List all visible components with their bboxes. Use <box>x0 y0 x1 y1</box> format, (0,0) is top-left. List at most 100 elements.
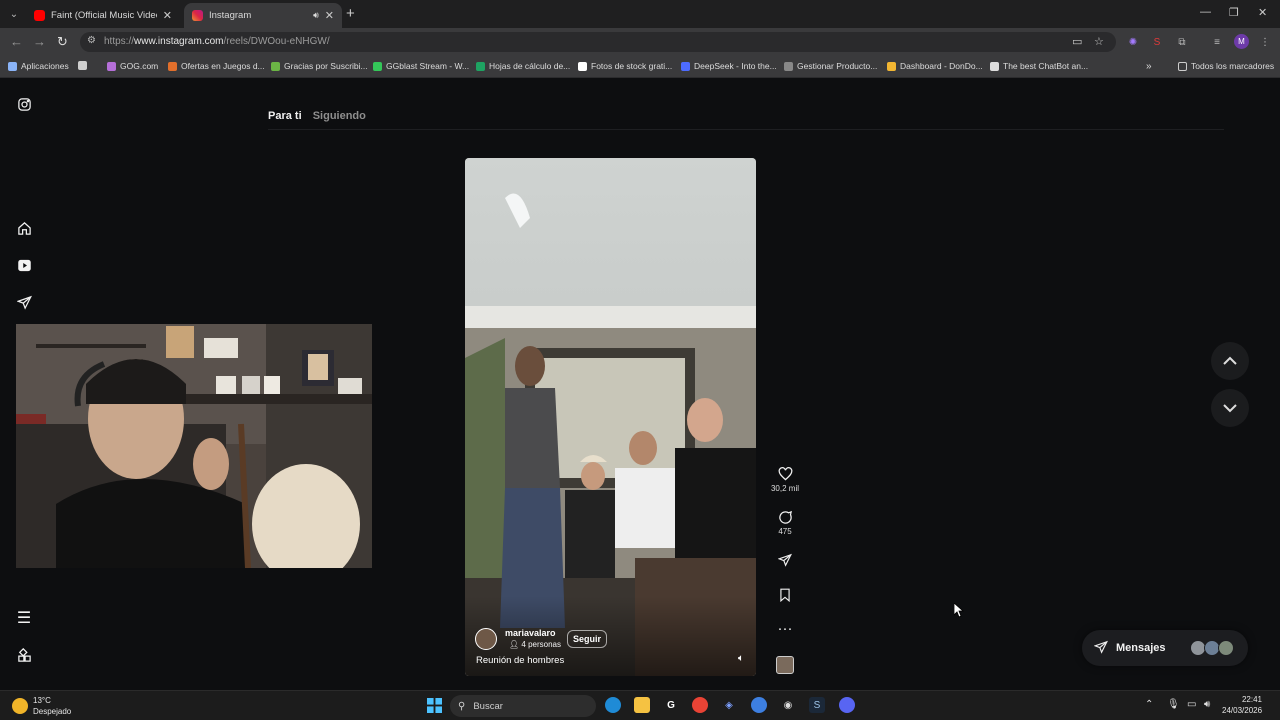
next-reel-button[interactable] <box>1211 389 1249 427</box>
close-icon[interactable]: ✕ <box>163 9 172 22</box>
reel-video[interactable]: mariavalaro 👤︎ 4 personas Seguir Reunión… <box>465 158 756 676</box>
user-avatar[interactable] <box>475 628 497 650</box>
bookmark-chatbot[interactable]: The best ChatBot an... <box>990 61 1088 71</box>
reel-people[interactable]: 👤︎ 4 personas <box>509 640 561 649</box>
share-action[interactable] <box>770 552 800 568</box>
volume-icon[interactable]: 🔊︎ <box>1204 699 1210 710</box>
taskbar-search[interactable]: ⚲ Buscar <box>450 695 596 717</box>
chrome-icon[interactable] <box>692 697 708 713</box>
previous-reel-button[interactable] <box>1211 342 1249 380</box>
reel-username[interactable]: mariavalaro <box>505 628 556 638</box>
people-icon: 👤︎ <box>509 640 522 649</box>
tab-siguiendo[interactable]: Siguiendo <box>313 110 366 122</box>
bookmark-icon[interactable] <box>770 587 800 603</box>
k-icon <box>373 61 382 71</box>
bookmark-hojas[interactable]: Hojas de cálculo de... <box>476 61 570 71</box>
extensions-puzzle-icon[interactable]: ⧉ <box>1176 36 1188 48</box>
bookmark-apps[interactable]: Aplicaciones <box>8 61 69 71</box>
microphone-icon[interactable]: 🎙︎ <box>1167 699 1180 710</box>
share-icon[interactable] <box>770 552 800 568</box>
browser-toolbar: ← → ↻ ⚙ https://www.instagram.com/reels/… <box>0 28 1280 56</box>
tab-para-ti[interactable]: Para ti <box>268 110 302 122</box>
file-explorer-icon[interactable] <box>634 697 650 713</box>
whale-icon <box>681 61 690 71</box>
gog-icon <box>107 61 116 71</box>
bookmark-gracias[interactable]: Gracias por Suscribi... <box>271 61 368 71</box>
chevron-down-icon <box>1223 404 1237 413</box>
back-icon[interactable]: ← <box>10 34 23 49</box>
weather-temp: 13°C <box>33 696 51 705</box>
reels-icon[interactable] <box>16 257 32 273</box>
mouse-cursor-icon <box>954 603 964 618</box>
audio-icon[interactable]: 🔈︎ <box>738 653 744 664</box>
obs-icon[interactable]: ◉ <box>780 697 796 713</box>
audio-track-thumbnail[interactable] <box>776 656 794 674</box>
more-bookmarks-icon[interactable]: » <box>1146 61 1152 72</box>
home-icon[interactable] <box>16 220 32 236</box>
tab-search-icon[interactable]: ⌄ <box>6 6 22 22</box>
menu-icon[interactable]: ☰ <box>16 610 32 627</box>
close-icon[interactable]: ✕ <box>325 9 334 22</box>
browser-menu-icon[interactable]: ⋮ <box>1259 36 1271 48</box>
speaker-icon[interactable]: 🔊︎ <box>313 10 319 21</box>
gog-galaxy-icon[interactable]: G <box>663 697 679 713</box>
grid-icon <box>78 61 87 70</box>
send-icon[interactable] <box>16 294 32 310</box>
like-action[interactable]: 30,2 mil <box>770 466 800 493</box>
discord-icon[interactable] <box>839 697 855 713</box>
save-action[interactable] <box>770 587 800 603</box>
like-count: 30,2 mil <box>770 484 799 493</box>
bookmark-ggblast[interactable]: GGblast Stream - W... <box>373 61 469 71</box>
tab-youtube[interactable]: Faint (Official Music Video) [4K ✕ <box>26 3 180 28</box>
address-bar[interactable]: ⚙ https://www.instagram.com/reels/DWOou-… <box>80 32 1116 52</box>
chevron-up-icon <box>1223 356 1237 365</box>
close-window-icon[interactable]: ✕ <box>1258 6 1267 19</box>
tray-chevron-icon[interactable]: ⌃ <box>1145 699 1153 710</box>
media-control-icon[interactable]: ≡ <box>1211 36 1223 48</box>
webcam-overlay <box>16 324 372 568</box>
edge-icon[interactable] <box>605 697 621 713</box>
extension-red-icon[interactable]: S <box>1151 36 1163 48</box>
restore-icon[interactable]: ❐ <box>1229 6 1239 19</box>
comment-action[interactable]: 475 <box>770 509 800 536</box>
app-diamond-icon[interactable]: ◈ <box>721 697 737 713</box>
clock-time: 22:41 <box>1241 695 1262 704</box>
instagram-logo-icon[interactable] <box>16 96 32 112</box>
bookmark-fotos[interactable]: Fotos de stock grati... <box>578 61 672 71</box>
forward-icon[interactable]: → <box>33 34 46 49</box>
bookmark-grid-icon[interactable] <box>78 61 91 70</box>
extension-gear-icon[interactable]: ✺ <box>1127 36 1139 48</box>
cast-icon[interactable]: ▭ <box>1072 35 1082 48</box>
reel-caption: Reunión de hombres <box>476 655 565 666</box>
browser-tab-strip: ⌄ Faint (Official Music Video) [4K ✕ Ins… <box>0 0 1280 28</box>
heart-icon[interactable] <box>770 466 800 482</box>
site-info-icon[interactable]: ⚙ <box>87 35 96 46</box>
bookmark-deepseek[interactable]: DeepSeek - Into the... <box>681 61 777 71</box>
messages-button[interactable]: Mensajes <box>1082 630 1248 666</box>
network-icon[interactable]: ▭ <box>1187 699 1196 710</box>
tab-instagram[interactable]: Instagram 🔊︎ ✕ <box>184 3 342 28</box>
more-apps-icon[interactable] <box>16 647 32 663</box>
weather-widget[interactable]: 13°C Despejado <box>33 695 71 717</box>
bookmark-gestionar[interactable]: Gestionar Producto... <box>784 61 877 71</box>
bookmark-ofertas[interactable]: Ofertas en Juegos d... <box>168 61 265 71</box>
gear-icon <box>784 61 793 71</box>
follow-button[interactable]: Seguir <box>567 630 608 648</box>
weather-moon-icon[interactable] <box>12 698 28 714</box>
reload-icon[interactable]: ↻ <box>57 34 68 50</box>
comment-icon[interactable] <box>770 509 800 525</box>
bookmark-dashboard[interactable]: Dashboard - DonDo... <box>887 61 983 71</box>
steam-icon[interactable]: S <box>809 697 825 713</box>
more-dots-icon[interactable]: ··· <box>770 621 800 637</box>
bookmark-gog[interactable]: GOG.com <box>107 61 158 71</box>
folder-outline-icon <box>1178 61 1187 71</box>
taskbar-clock[interactable]: 22:41 24/03/2026 <box>1222 694 1262 716</box>
profile-avatar[interactable]: M <box>1234 34 1249 49</box>
more-options-action[interactable]: ··· <box>770 621 800 637</box>
windows-start-icon[interactable] <box>426 697 442 713</box>
chrome-profile-icon[interactable] <box>751 697 767 713</box>
bookmark-all[interactable]: Todos los marcadores <box>1178 61 1274 71</box>
new-tab-button[interactable]: + <box>346 5 355 22</box>
minimize-icon[interactable]: — <box>1200 6 1211 18</box>
bookmark-star-icon[interactable]: ☆ <box>1094 35 1104 48</box>
